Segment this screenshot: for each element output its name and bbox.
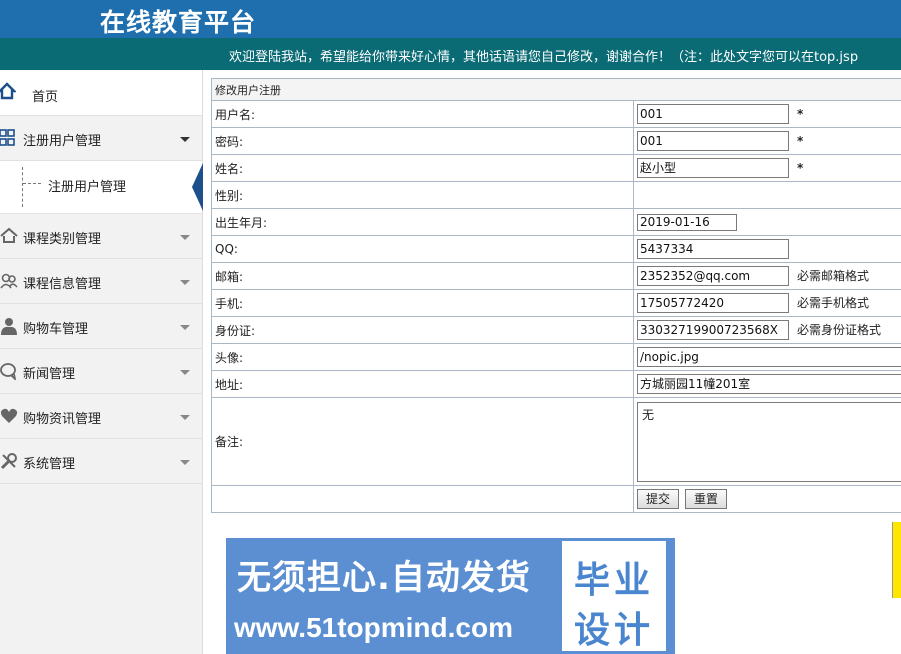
idcard-hint: 必需身份证格式	[797, 322, 882, 337]
password-label: 密码:	[211, 127, 634, 155]
chevron-down-icon	[180, 415, 190, 420]
username-label: 用户名:	[211, 100, 634, 128]
form-row-address: 地址: 方城丽园11幢201室	[211, 370, 901, 398]
phone-hint: 必需手机格式	[797, 295, 870, 310]
form-row-avatar: 头像: /nopic.jpg	[211, 343, 901, 371]
sidebar-item-label: 购物车管理	[23, 322, 89, 337]
sidebar-item-course-category[interactable]: 课程类别管理	[0, 214, 202, 259]
form-row-name: 姓名: 赵小型 *	[211, 154, 901, 182]
sidebar-subitem-label: 注册用户管理	[48, 180, 127, 195]
phone-label: 手机:	[211, 289, 634, 317]
name-label: 姓名:	[211, 154, 634, 182]
gender-cell	[633, 181, 901, 209]
email-label: 邮箱:	[211, 262, 634, 290]
sidebar-subitem-user-management[interactable]: 注册用户管理	[0, 161, 203, 214]
sidebar-item-system[interactable]: 系统管理	[0, 439, 202, 484]
grid-icon	[0, 129, 15, 146]
sidebar-item-course-info[interactable]: 课程信息管理	[0, 259, 202, 304]
sidebar-item-label: 课程信息管理	[23, 277, 102, 292]
ad-slogan: 无须担心.自动发货	[237, 558, 531, 598]
chevron-down-icon	[180, 370, 190, 375]
form-row-birth: 出生年月: 2019-01-16	[211, 208, 901, 236]
watermark-ad: 无须担心.自动发货 www.51topmind.com 毕业 设计	[226, 538, 675, 654]
sidebar-item-label: 注册用户管理	[23, 134, 102, 149]
sidebar: 首页 注册用户管理 注册用户管理 课程类别管理 课程信息管理 购物车管理 新闻管…	[0, 70, 203, 654]
tree-branch	[23, 183, 41, 184]
users-icon	[0, 273, 18, 289]
ad-url: www.51topmind.com	[234, 612, 513, 643]
chevron-down-icon	[180, 235, 190, 240]
idcard-label: 身份证:	[211, 316, 634, 344]
gender-label: 性别:	[211, 181, 634, 209]
edit-user-form: 修改用户注册 用户名: 001 * 密码: 001 * 姓名: 赵小型 * 性别: 出…	[211, 78, 901, 513]
sidebar-item-label: 购物资讯管理	[23, 412, 102, 427]
form-row-actions: 提交 重置	[211, 485, 901, 513]
phone-input[interactable]: 17505772420	[637, 293, 789, 313]
form-row-gender: 性别:	[211, 181, 901, 209]
required-mark: *	[797, 106, 804, 121]
required-mark: *	[797, 160, 804, 175]
sidebar-item-label: 新闻管理	[23, 367, 76, 382]
tools-icon	[0, 453, 17, 470]
submit-button[interactable]: 提交	[637, 489, 680, 509]
form-row-qq: QQ: 5437334	[211, 235, 901, 263]
email-hint: 必需邮箱格式	[797, 268, 870, 283]
idcard-input[interactable]: 33032719900723568X	[637, 320, 789, 340]
username-input[interactable]: 001	[637, 104, 789, 124]
sidebar-item-news[interactable]: 新闻管理	[0, 349, 202, 394]
form-caption: 修改用户注册	[211, 78, 901, 101]
sidebar-item-label: 首页	[32, 90, 59, 105]
site-title: 在线教育平台	[100, 8, 257, 37]
ad-badge-line2: 设计	[574, 610, 655, 651]
qq-label: QQ:	[211, 235, 634, 263]
required-mark: *	[797, 133, 804, 148]
home-icon	[0, 82, 16, 100]
sidebar-item-label: 系统管理	[23, 457, 76, 472]
password-input[interactable]: 001	[637, 131, 789, 151]
active-pointer-icon	[192, 163, 203, 211]
form-row-email: 邮箱: 2352352@qq.com 必需邮箱格式	[211, 262, 901, 290]
email-input[interactable]: 2352352@qq.com	[637, 266, 789, 286]
address-input[interactable]: 方城丽园11幢201室	[637, 374, 901, 394]
welcome-bar: 欢迎登陆我站，希望能给你带来好心情，其他话语请您自己修改，谢谢合作！（注：此处文…	[0, 38, 901, 70]
chevron-down-icon	[180, 325, 190, 330]
welcome-text: 欢迎登陆我站，希望能给你带来好心情，其他话语请您自己修改，谢谢合作！（注：此处文…	[229, 50, 859, 65]
sidebar-item-label: 课程类别管理	[23, 232, 102, 247]
sidebar-item-cart[interactable]: 购物车管理	[0, 304, 202, 349]
user-icon	[1, 318, 17, 335]
ad-badge-line1: 毕业	[574, 560, 655, 601]
remark-textarea[interactable]: 无	[637, 401, 901, 482]
tree-line	[22, 167, 23, 207]
floating-widget-edge[interactable]	[892, 522, 901, 598]
sidebar-item-home[interactable]: 首页	[0, 70, 202, 116]
sidebar-item-shopping-news[interactable]: 购物资讯管理	[0, 394, 202, 439]
birth-label: 出生年月:	[211, 208, 634, 236]
header: 在线教育平台	[0, 0, 901, 38]
sidebar-item-user-management[interactable]: 注册用户管理	[0, 116, 202, 161]
form-row-password: 密码: 001 *	[211, 127, 901, 155]
avatar-input[interactable]: /nopic.jpg	[637, 347, 901, 367]
remark-label: 备注:	[211, 397, 634, 486]
name-input[interactable]: 赵小型	[637, 158, 789, 178]
birth-date-input[interactable]: 2019-01-16	[637, 213, 737, 231]
form-row-remark: 备注: 无	[211, 397, 901, 486]
form-row-idcard: 身份证: 33032719900723568X 必需身份证格式	[211, 316, 901, 344]
reset-button[interactable]: 重置	[685, 489, 728, 509]
chevron-down-icon	[180, 460, 190, 465]
chevron-down-icon	[180, 280, 190, 285]
qq-input[interactable]: 5437334	[637, 239, 789, 259]
chevron-down-icon	[180, 137, 190, 142]
chat-icon	[0, 363, 17, 380]
form-row-phone: 手机: 17505772420 必需手机格式	[211, 289, 901, 317]
actions-label	[211, 485, 634, 513]
avatar-label: 头像:	[211, 343, 634, 371]
form-row-username: 用户名: 001 *	[211, 100, 901, 128]
home-icon	[0, 227, 18, 243]
address-label: 地址:	[211, 370, 634, 398]
ad-badge: 毕业 设计	[559, 538, 669, 654]
form-caption-row: 修改用户注册	[211, 78, 901, 101]
heart-icon	[0, 408, 18, 423]
